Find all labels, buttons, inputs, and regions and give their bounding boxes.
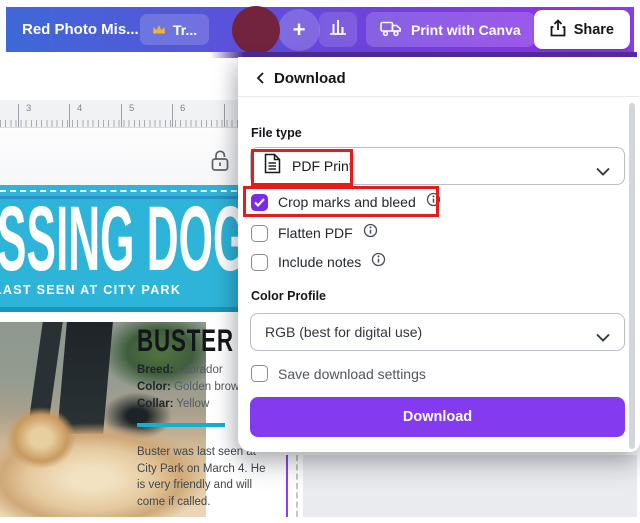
print-with-canva-button[interactable]: Print with Canva bbox=[366, 12, 535, 47]
unlock-icon bbox=[210, 149, 231, 177]
file-type-label: File type bbox=[251, 126, 302, 140]
ruler-number: 6 bbox=[180, 103, 185, 114]
panel-header-divider bbox=[238, 96, 640, 97]
design-title[interactable]: Red Photo Mis... bbox=[22, 21, 139, 38]
panel-scrollbar[interactable] bbox=[629, 103, 635, 449]
plus-icon: + bbox=[293, 17, 306, 43]
info-icon[interactable] bbox=[363, 223, 378, 243]
download-panel: Download File type PDF Print bbox=[238, 57, 640, 452]
bleed-guide-dashed bbox=[296, 455, 298, 517]
avatar[interactable] bbox=[232, 6, 280, 54]
canvas-margin-area bbox=[0, 128, 238, 185]
workspace-background bbox=[303, 455, 637, 517]
share-upload-icon bbox=[550, 19, 566, 41]
top-toolbar: Red Photo Mis... Tr... + bbox=[6, 7, 634, 52]
ruler-major-tick bbox=[121, 104, 122, 127]
ruler-major-tick bbox=[18, 104, 19, 127]
flatten-pdf-checkbox-row[interactable]: Flatten PDF bbox=[251, 223, 378, 243]
ruler-number: 4 bbox=[77, 103, 82, 114]
ruler-number: 3 bbox=[26, 103, 31, 114]
description-line: City Park on March 4. He bbox=[137, 461, 265, 478]
ruler-minor-ticks bbox=[0, 120, 238, 127]
share-label: Share bbox=[574, 22, 614, 38]
ruler-major-tick bbox=[69, 104, 70, 127]
page-edge-guide bbox=[286, 455, 288, 517]
info-icon[interactable] bbox=[371, 252, 386, 272]
ruler-major-tick bbox=[224, 104, 225, 127]
save-settings-checkbox-row[interactable]: Save download settings bbox=[251, 365, 426, 382]
annotation-highlight-file-type bbox=[251, 149, 353, 186]
checkbox-unchecked[interactable] bbox=[251, 365, 268, 382]
description-line: come if called. bbox=[137, 494, 265, 511]
back-button[interactable] bbox=[252, 71, 270, 89]
photo-dog-head bbox=[6, 407, 76, 469]
crown-icon bbox=[152, 22, 166, 38]
print-label: Print with Canva bbox=[411, 22, 521, 38]
bar-chart-icon bbox=[328, 18, 348, 41]
canva-editor: Red Photo Mis... Tr... + bbox=[0, 0, 640, 523]
share-button[interactable]: Share bbox=[534, 10, 630, 49]
save-settings-label: Save download settings bbox=[278, 366, 426, 382]
page-lock-button[interactable] bbox=[208, 150, 232, 176]
teal-divider bbox=[137, 423, 225, 427]
color-profile-dropdown[interactable]: RGB (best for digital use) bbox=[250, 313, 625, 351]
annotation-highlight-crop-marks bbox=[243, 186, 439, 217]
chevron-down-icon bbox=[596, 163, 610, 181]
detail-row: Breed: Labrador bbox=[137, 362, 246, 379]
include-notes-checkbox-row[interactable]: Include notes bbox=[251, 252, 386, 272]
description-line: is very friendly and will bbox=[137, 477, 265, 494]
checkbox-unchecked[interactable] bbox=[251, 225, 268, 242]
detail-row: Collar: Yellow bbox=[137, 396, 246, 413]
photo-person-leg bbox=[29, 322, 62, 418]
color-profile-value: RGB (best for digital use) bbox=[265, 324, 422, 340]
checkbox-unchecked[interactable] bbox=[251, 254, 268, 271]
upgrade-label: Tr... bbox=[173, 22, 197, 38]
flatten-pdf-label: Flatten PDF bbox=[278, 225, 353, 241]
add-member-button[interactable]: + bbox=[278, 9, 320, 51]
truck-icon bbox=[380, 20, 402, 40]
insights-button[interactable] bbox=[319, 12, 357, 47]
upgrade-trial-button[interactable]: Tr... bbox=[140, 14, 209, 45]
detail-row: Color: Golden brown bbox=[137, 379, 246, 396]
color-profile-label: Color Profile bbox=[251, 289, 326, 303]
chevron-left-icon bbox=[254, 71, 268, 90]
pet-details[interactable]: Breed: Labrador Color: Golden brown Coll… bbox=[137, 362, 246, 413]
poster-headline[interactable]: MISSING DOG bbox=[0, 193, 247, 285]
pet-description[interactable]: Buster was last seen at City Park on Mar… bbox=[137, 444, 265, 510]
download-button[interactable]: Download bbox=[250, 397, 625, 437]
poster-subheadline[interactable]: LAST SEEN AT CITY PARK bbox=[0, 283, 181, 297]
pet-name[interactable]: BUSTER bbox=[137, 323, 234, 359]
horizontal-ruler: 3 4 5 6 bbox=[0, 100, 238, 128]
ruler-major-tick bbox=[172, 104, 173, 127]
ruler-number: 5 bbox=[129, 103, 134, 114]
chevron-down-icon bbox=[596, 329, 610, 347]
include-notes-label: Include notes bbox=[278, 254, 361, 270]
panel-title: Download bbox=[274, 70, 346, 87]
